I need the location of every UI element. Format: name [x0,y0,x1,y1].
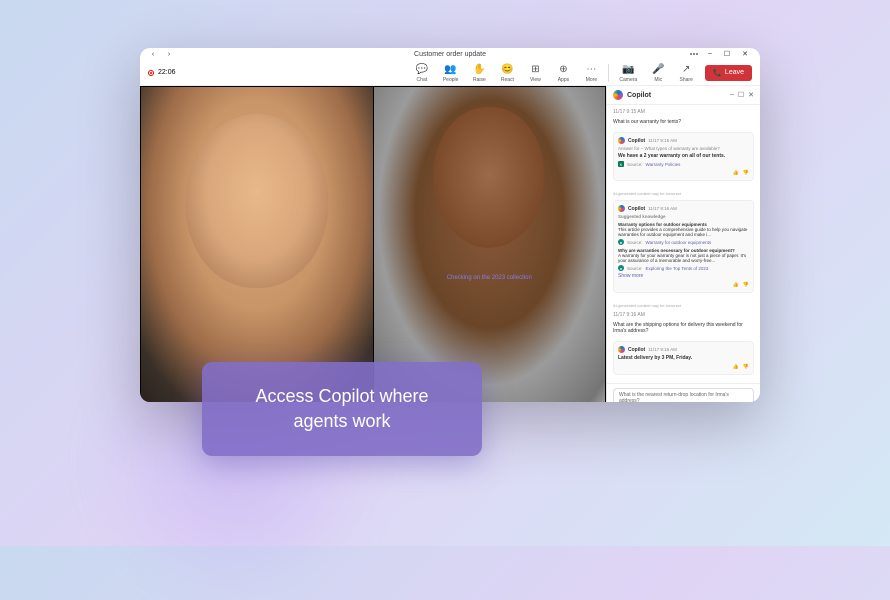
apps-icon: ⊕ [556,62,570,76]
promo-overlay: Access Copilot where agents work [202,362,482,456]
source-icon: ● [618,265,624,271]
answer-text: We have a 2 year warranty on all of our … [618,153,749,159]
copilot-icon [613,90,623,100]
leave-button[interactable]: 📞Leave [705,65,752,81]
copilot-icon [618,346,625,353]
camera-icon: 📷 [621,62,635,76]
ai-disclaimer: AI-generated content may be incorrect [613,191,754,196]
suggestions-card: Copilot 11/17 9:16 AM Suggested knowledg… [613,200,754,293]
leave-icon: 📞 [713,69,722,77]
answer-text: Latest delivery by 3 PM, Friday. [618,355,749,361]
raise-button[interactable]: ✋Raise [466,60,492,85]
copilot-input[interactable]: What is the nearest return-drop location… [613,388,754,402]
camera-button[interactable]: 📷Camera [613,60,643,85]
minimize-button[interactable]: – [704,48,716,60]
copilot-icon [618,205,625,212]
emoji-icon: 😊 [500,62,514,76]
recording-timer: 22:06 [148,69,176,76]
thumbs-up-button[interactable]: 👍 [733,170,739,176]
thumbs-up-button[interactable]: 👍 [733,364,739,370]
chat-button[interactable]: 💬Chat [409,60,435,85]
content-area: Irma Leal Checking on the 2023 collectio… [140,86,760,402]
source-link[interactable]: Exploring the Top Tents of 2023 [646,266,709,271]
panel-close-button[interactable]: ✕ [748,91,754,99]
video-tile-2[interactable]: Checking on the 2023 collection [374,87,606,402]
mic-icon: 🎤 [651,62,665,76]
timestamp: 11/17 9:16 AM [613,312,754,318]
copilot-title: Copilot [627,92,651,99]
timer-text: 22:06 [158,69,176,76]
thumbs-up-button[interactable]: 👍 [733,282,739,288]
copilot-icon [618,137,625,144]
titlebar: ‹ › Customer order update – ☐ ✕ [140,48,760,60]
source-link[interactable]: Warranty for outdoor equipments [646,240,712,245]
overlay-line2: agents work [220,409,464,434]
ellipsis-icon: ⋯ [584,62,598,76]
meeting-toolbar: 22:06 💬Chat 👥People ✋Raise 😊React ⊞View … [140,60,760,86]
source-icon: ● [618,239,624,245]
timestamp: 11/17 9:15 AM [613,109,754,115]
share-icon: ↗ [679,62,693,76]
mic-button[interactable]: 🎤Mic [645,60,671,85]
thumbs-down-button[interactable]: 👎 [743,364,749,370]
video-tile-1[interactable]: Irma Leal [141,87,373,402]
chat-icon: 💬 [415,62,429,76]
ai-disclaimer: AI-generated content may be incorrect [613,303,754,308]
people-button[interactable]: 👥People [437,60,465,85]
people-icon: 👥 [444,62,458,76]
copilot-panel: Copilot – ☐ ✕ 11/17 9:15 AM What is our … [606,86,760,402]
window-title: Customer order update [414,51,486,58]
maximize-button[interactable]: ☐ [720,48,734,60]
forward-icon[interactable]: › [164,49,174,59]
show-more-link[interactable]: Show more [618,273,749,279]
view-button[interactable]: ⊞View [522,60,548,85]
share-button[interactable]: ↗Share [673,60,699,85]
copilot-response-card: Copilot 11/17 9:16 AM Latest delivery by… [613,341,754,375]
app-window: ‹ › Customer order update – ☐ ✕ 22:06 💬C… [140,48,760,402]
overlay-line1: Access Copilot where [220,384,464,409]
user-question: What are the shipping options for delive… [613,322,754,334]
close-button[interactable]: ✕ [738,48,752,60]
hand-icon: ✋ [472,62,486,76]
record-icon [148,70,154,76]
thumbs-down-button[interactable]: 👎 [743,282,749,288]
more-button[interactable]: ⋯More [578,60,604,85]
back-icon[interactable]: ‹ [148,49,158,59]
live-caption: Checking on the 2023 collection [447,275,532,281]
panel-minimize-button[interactable]: – [730,91,734,99]
user-question: What is our warranty for tents? [613,119,754,125]
source-link[interactable]: Warranty Policies [646,162,681,167]
panel-maximize-button[interactable]: ☐ [738,91,744,99]
view-icon: ⊞ [528,62,542,76]
copilot-response-card: Copilot 11/17 9:15 AM Answer for – What … [613,132,754,181]
apps-button[interactable]: ⊕Apps [550,60,576,85]
more-icon[interactable] [690,53,698,55]
thumbs-down-button[interactable]: 👎 [743,170,749,176]
react-button[interactable]: 😊React [494,60,520,85]
source-icon: K [618,161,624,167]
video-grid: Irma Leal Checking on the 2023 collectio… [140,86,606,402]
